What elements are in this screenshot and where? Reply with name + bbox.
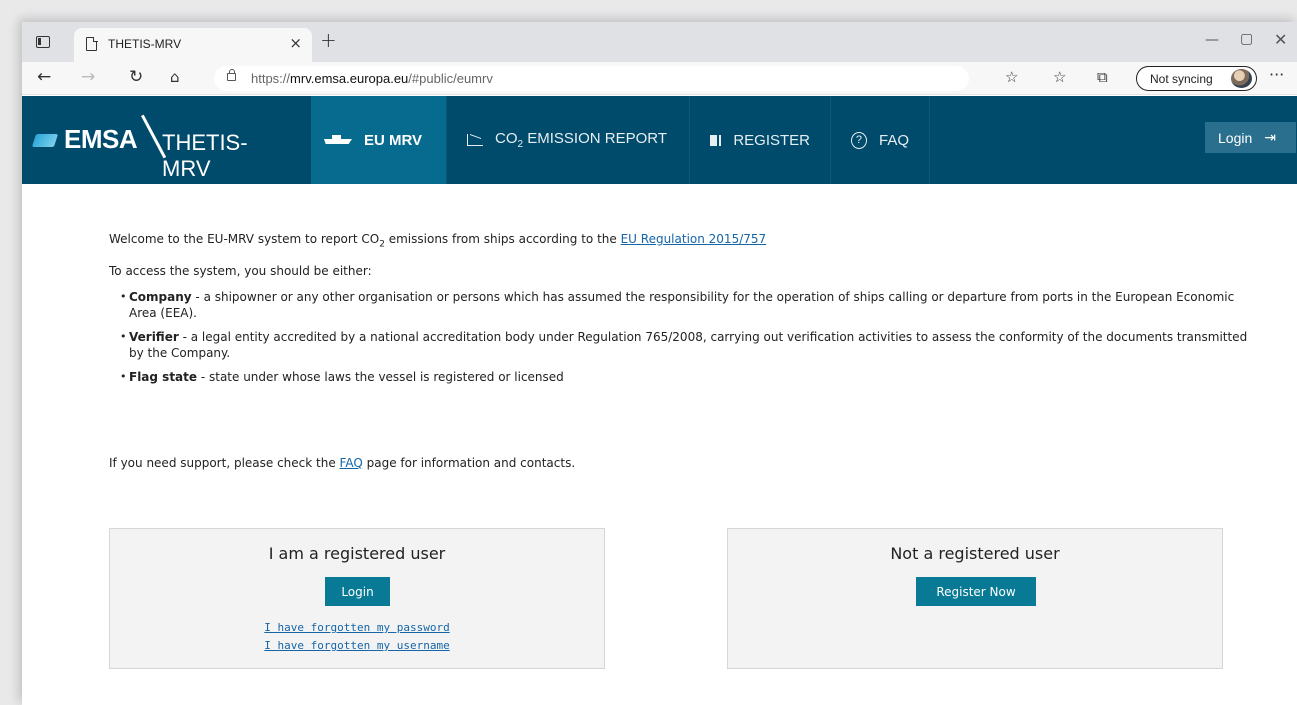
tab-bar: THETIS-MRV × + — ▢ ✕ [22,22,1297,62]
close-window-icon[interactable]: ✕ [1274,30,1287,49]
question-icon: ? [851,131,867,149]
lock-icon[interactable] [227,69,236,81]
menu-item-label: REGISTER [733,131,810,149]
minimize-icon[interactable]: — [1205,32,1219,48]
collections-icon[interactable]: ⧉ [1097,68,1108,86]
menu-item-faq[interactable]: ? FAQ [831,96,930,184]
ship-icon [324,135,352,144]
more-icon[interactable]: ··· [1269,65,1284,84]
address-bar[interactable]: https://mrv.emsa.europa.eu/#public/eumrv [214,66,969,91]
role-list: • Company - a shipowner or any other orga… [120,289,1259,393]
menu-item-label: CO2 EMISSION REPORT [495,130,667,150]
avatar [1231,69,1252,88]
unregistered-user-panel: Not a registered user Register Now [727,528,1223,669]
panel-title: Not a registered user [890,544,1060,563]
book-icon [710,134,722,146]
app-name: THETIS-MRV [162,130,248,181]
home-icon[interactable]: ⌂ [170,68,180,86]
back-icon[interactable]: ← [37,67,51,87]
faq-link[interactable]: FAQ [340,456,363,470]
url-text[interactable]: https://mrv.emsa.europa.eu/#public/eumrv [251,71,493,86]
page-icon [86,36,98,51]
close-tab-icon[interactable]: × [289,34,302,52]
chart-icon [467,134,483,146]
registered-user-panel: I am a registered user Login I have forg… [109,528,605,669]
browser-toolbar: ← → ↻ ⌂ https://mrv.emsa.europa.eu/#publ… [22,62,1297,95]
refresh-icon[interactable]: ↻ [129,67,143,87]
list-item: • Flag state - state under whose laws the… [120,370,564,384]
support-text: If you need support, please check the FA… [109,456,576,470]
welcome-text: Welcome to the EU-MRV system to report C… [109,232,767,250]
menu-item-label: EU MRV [364,131,423,149]
browser-window: THETIS-MRV × + — ▢ ✕ ← → ↻ ⌂ https://mrv… [22,22,1297,705]
list-item: • Verifier - a legal entity accredited by… [120,330,1248,360]
tab-title: THETIS-MRV [108,37,182,51]
forgot-password-link[interactable]: I have forgotten my password [110,621,604,634]
menu-item-eu-mrv[interactable]: EU MRV [311,96,447,184]
tab-actions-icon[interactable] [36,36,50,48]
access-text: To access the system, you should be eith… [109,264,372,278]
panel-title: I am a registered user [268,544,446,563]
emsa-logo-mark-icon [31,134,59,147]
logo-text: EMSA [64,124,138,154]
browser-tab[interactable]: THETIS-MRV × [74,28,312,62]
profile-sync-button[interactable]: Not syncing [1136,66,1257,91]
site-header: EMSA THETIS-MRV EU MRV CO2 EMISSION REPO… [22,96,1297,184]
login-button[interactable]: Login [325,577,390,606]
add-favorite-icon[interactable]: ☆ [1005,68,1018,86]
new-tab-icon[interactable]: + [320,28,337,52]
main-menu: EU MRV CO2 EMISSION REPORT REGISTER ? FA… [311,96,930,184]
login-label: Login [1218,129,1253,146]
restore-icon[interactable]: ▢ [1240,31,1253,47]
forward-icon[interactable]: → [81,67,95,87]
menu-item-co2-emission-report[interactable]: CO2 EMISSION REPORT [447,96,690,184]
sync-label: Not syncing [1150,72,1213,86]
login-icon: ⇥ [1264,129,1276,145]
favorites-icon[interactable]: ☆ [1053,68,1066,86]
menu-item-register[interactable]: REGISTER [690,96,831,184]
forgot-username-link[interactable]: I have forgotten my username [110,639,604,652]
header-login-button[interactable]: Login ⇥ [1205,122,1296,153]
regulation-link[interactable]: EU Regulation 2015/757 [621,232,767,246]
menu-item-label: FAQ [878,131,909,149]
register-now-button[interactable]: Register Now [916,577,1036,606]
list-item: • Company - a shipowner or any other orga… [120,290,1235,320]
